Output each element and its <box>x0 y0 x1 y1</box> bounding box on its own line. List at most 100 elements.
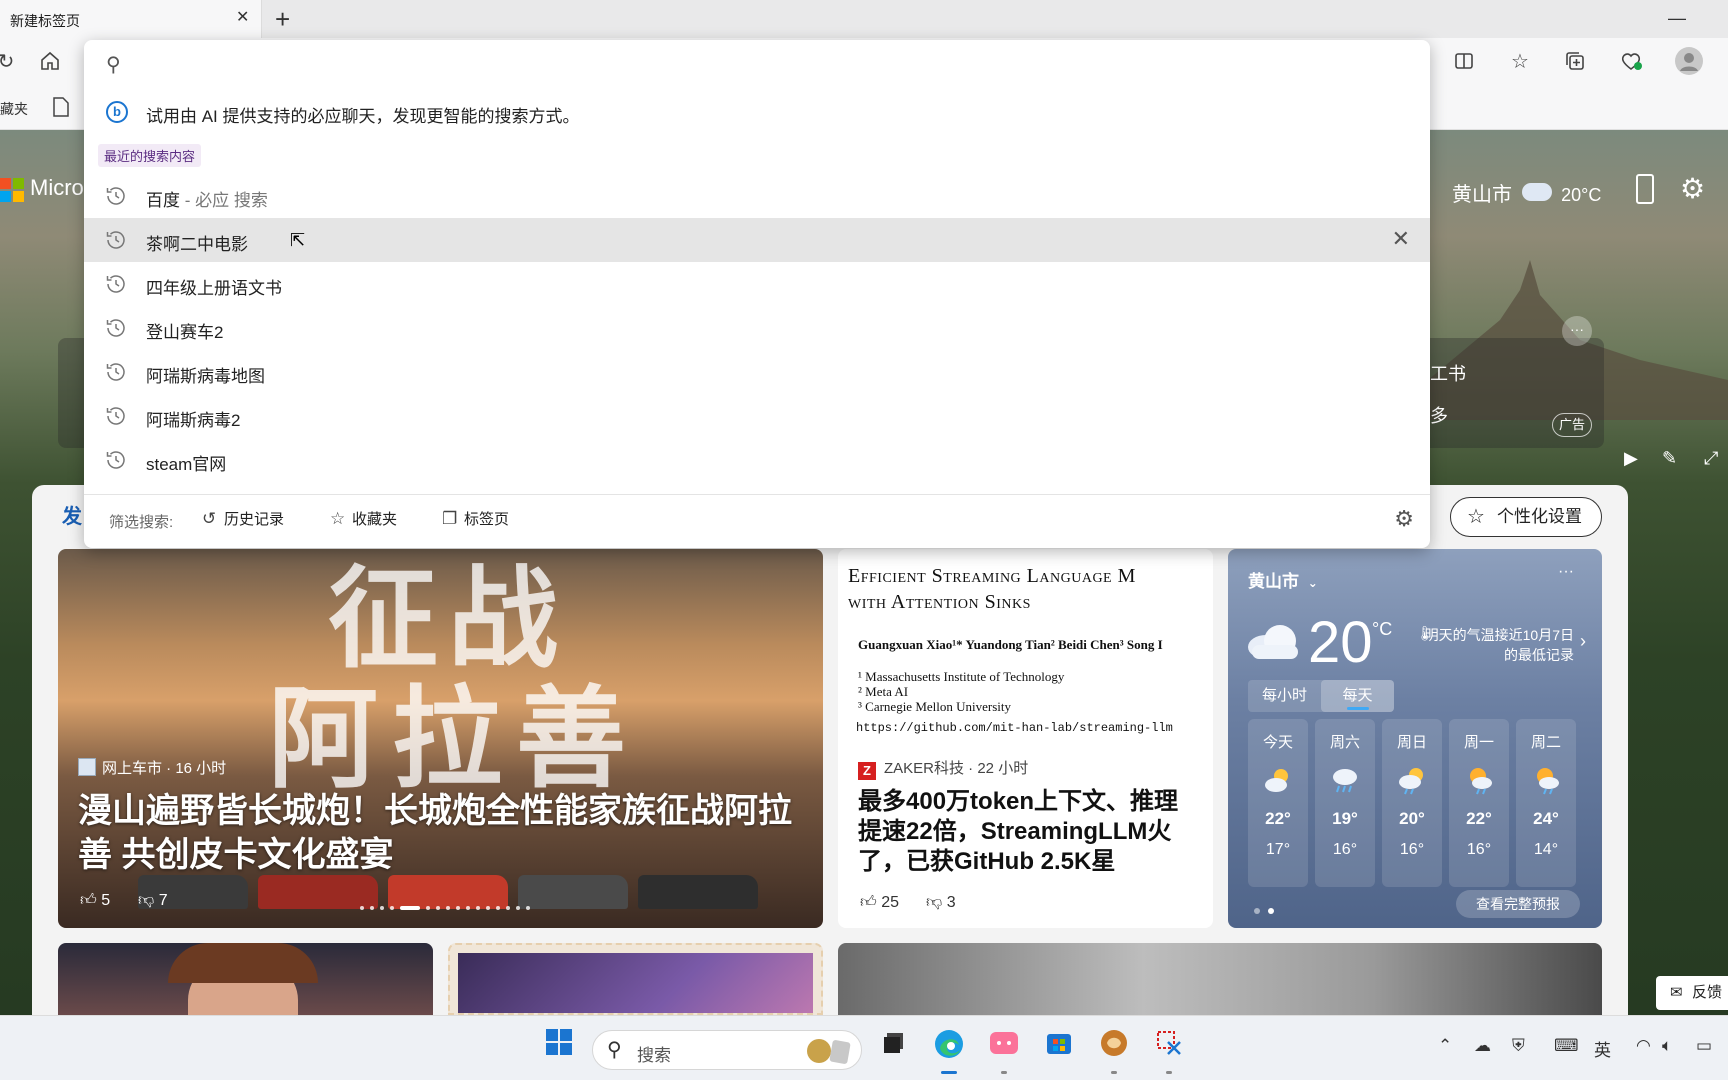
page-icon[interactable] <box>52 96 70 123</box>
onedrive-icon[interactable]: ☁ <box>1474 1036 1491 1056</box>
collections-icon[interactable] <box>1563 50 1587 74</box>
minimize-button[interactable]: — <box>1668 8 1686 29</box>
forecast-day[interactable]: 周一 22° 16° <box>1449 719 1509 887</box>
edit-background-icon[interactable]: ✎ <box>1662 448 1677 469</box>
recent-search-text: steam官网 <box>146 455 227 474</box>
forecast-day[interactable]: 周二 24° 14° <box>1516 719 1576 887</box>
tab-new-tab[interactable]: 新建标签页 ✕ <box>0 0 262 38</box>
filter-favorites-button[interactable]: ☆ 收藏夹 <box>330 507 397 531</box>
settings-gear-icon[interactable]: ⚙ <box>1680 172 1705 205</box>
search-highlight-icon <box>807 1039 851 1064</box>
wifi-icon[interactable]: ◠ <box>1636 1036 1651 1056</box>
hero-headline[interactable]: 漫山遍野皆长城炮！长城炮全性能家族征战阿拉善 共创皮卡文化盛宴 <box>78 789 808 877</box>
recent-search-item[interactable]: 百度 - 必应 搜索 <box>84 174 1430 218</box>
recent-search-item[interactable]: 阿瑞斯病毒地图 <box>84 350 1430 394</box>
battery-icon[interactable]: ▭ <box>1696 1036 1712 1056</box>
recent-search-query: 百度 <box>146 191 180 210</box>
tech-news-card[interactable]: Efficient Streaming Language M with Atte… <box>838 549 1213 928</box>
weather-card[interactable]: 黄山市 ⌄ ··· 20 °C 🌡︎ 明天的气温接近10月7日的最低记录 › 每… <box>1228 549 1602 928</box>
snipping-tool-icon[interactable] <box>1149 1028 1189 1074</box>
dropdown-settings-gear-icon[interactable]: ⚙ <box>1394 506 1414 532</box>
filter-history-button[interactable]: ↺ 历史记录 <box>202 507 284 531</box>
forecast-day[interactable]: 周六 19° 16° <box>1315 719 1375 887</box>
full-forecast-button[interactable]: 查看完整预报 <box>1456 890 1580 918</box>
favorites-icon[interactable]: ☆ <box>1508 50 1532 74</box>
tech-news-headline[interactable]: 最多400万token上下文、推理提速22倍，StreamingLLM火了，已获… <box>858 787 1198 877</box>
bing-chat-suggestion[interactable]: b 试用由 AI 提供支持的必应聊天，发现更智能的搜索方式。 <box>84 92 1430 132</box>
forecast-day-name: 周一 <box>1463 734 1494 751</box>
tech-news-like-button[interactable]: 👍︎ 25 <box>860 893 899 912</box>
recent-search-item[interactable]: 四年级上册语文书 <box>84 262 1430 306</box>
phone-icon[interactable] <box>1636 174 1654 204</box>
microsoft-store-icon[interactable] <box>1039 1028 1079 1068</box>
hero-news-card[interactable]: 征战 阿拉善 网上车市 · 16 小时 漫山遍野皆长城炮！长城炮全性能家族征战阿… <box>58 549 823 928</box>
windows-taskbar: ⚲ 搜索 ⌃ ☁ ⛨ ⌨ 英 ◠ 🔈︎ ▭ <box>0 1015 1728 1080</box>
feed-tab-partial[interactable]: 发 <box>62 500 82 529</box>
keyboard-icon[interactable]: ⌨ <box>1554 1036 1579 1056</box>
security-shield-icon[interactable]: ⛨ <box>1512 1036 1525 1056</box>
profile-avatar-icon[interactable] <box>1673 46 1705 78</box>
weather-city-selector[interactable]: 黄山市 ⌄ <box>1248 567 1318 592</box>
news-card-game[interactable] <box>448 943 823 1015</box>
hero-source[interactable]: 网上车市 · 16 小时 <box>78 757 226 778</box>
tab-close-icon[interactable]: ✕ <box>236 10 249 26</box>
hero-dislike-button[interactable]: 👎︎ 7 <box>138 891 168 910</box>
ad-tag-badge: 广告 <box>1552 413 1592 437</box>
input-method-indicator[interactable]: 英 <box>1594 1036 1611 1061</box>
split-screen-icon[interactable] <box>1452 50 1476 74</box>
microsoft-brand-text: Micro <box>30 175 84 200</box>
game-app-icon[interactable] <box>1094 1028 1134 1074</box>
forecast-day[interactable]: 今天 22° 17° <box>1248 719 1308 887</box>
carousel-indicator[interactable] <box>360 899 536 910</box>
home-icon[interactable] <box>38 50 62 74</box>
recent-search-text: 阿瑞斯病毒2 <box>146 411 241 430</box>
feedback-button[interactable]: ✉ 反馈 <box>1656 976 1728 1010</box>
news-card-portrait[interactable] <box>58 943 433 1015</box>
play-icon[interactable]: ▶ <box>1624 448 1638 469</box>
recent-search-item[interactable]: 登山赛车2 <box>84 306 1430 350</box>
taskbar-search[interactable]: ⚲ 搜索 <box>592 1030 862 1070</box>
weather-temp-unit: °C <box>1372 619 1393 639</box>
recent-search-item[interactable]: 阿瑞斯病毒2 <box>84 394 1430 438</box>
hero-calligraphy-line2: 阿拉善 <box>268 674 640 803</box>
task-view-icon[interactable] <box>874 1028 914 1068</box>
edge-browser-icon[interactable] <box>929 1028 969 1074</box>
forecast-day-name: 周二 <box>1530 734 1561 751</box>
tab-strip: 新建标签页 ✕ + — <box>0 0 1728 38</box>
forecast-high: 19° <box>1332 809 1358 828</box>
forecast-day[interactable]: 周日 20° 16° <box>1382 719 1442 887</box>
windows-start-icon[interactable] <box>539 1028 579 1068</box>
tab-daily[interactable]: 每天 <box>1321 680 1394 712</box>
personalize-button[interactable]: ☆ 个性化设置 <box>1450 497 1602 537</box>
weather-page-indicator[interactable] <box>1254 901 1282 919</box>
new-tab-button[interactable]: + <box>275 4 290 34</box>
chevron-right-icon[interactable]: › <box>1580 631 1586 652</box>
browser-essentials-icon[interactable] <box>1619 50 1643 74</box>
refresh-icon[interactable]: ↻ <box>0 50 18 74</box>
tab-hourly[interactable]: 每小时 <box>1248 680 1321 712</box>
paper-affiliation-2: ² Meta AI <box>858 684 909 699</box>
tech-news-source[interactable]: Z ZAKER科技 · 22 小时 <box>858 757 1028 780</box>
recent-search-item[interactable]: 茶啊二中电影 ⇱ ✕ <box>84 218 1430 262</box>
tray-chevron-up-icon[interactable]: ⌃ <box>1438 1036 1452 1056</box>
filter-tabs-button[interactable]: ❐ 标签页 <box>442 507 509 531</box>
tech-news-dislike-count: 3 <box>946 894 956 911</box>
paper-affiliation-3: ³ Carnegie Mellon University <box>858 699 1012 714</box>
tech-news-dislike-button[interactable]: 👎︎ 3 <box>926 893 956 912</box>
expand-icon[interactable]: ⤢ <box>1704 448 1718 469</box>
weather-more-button[interactable]: ··· <box>1558 563 1574 581</box>
volume-icon[interactable]: 🔈︎ <box>1662 1036 1672 1056</box>
remove-suggestion-icon[interactable]: ✕ <box>1392 226 1410 252</box>
history-icon <box>106 187 125 205</box>
header-weather[interactable]: 黄山市 20°C <box>1452 178 1601 207</box>
weather-note[interactable]: 明天的气温接近10月7日的最低记录 <box>1424 625 1574 665</box>
recent-search-item[interactable]: steam官网 <box>84 438 1430 482</box>
hero-like-button[interactable]: 👍︎ 5 <box>80 891 110 910</box>
bilibili-icon[interactable] <box>984 1028 1024 1074</box>
recent-search-text: 茶啊二中电影 <box>146 235 248 254</box>
recent-search-text: 登山赛车2 <box>146 323 224 342</box>
news-card-wide[interactable] <box>838 943 1602 1015</box>
favorites-bar-label[interactable]: 藏夹 <box>0 99 28 119</box>
search-icon: ⚲ <box>607 1039 622 1061</box>
ad-more-button[interactable]: ··· <box>1562 316 1592 346</box>
